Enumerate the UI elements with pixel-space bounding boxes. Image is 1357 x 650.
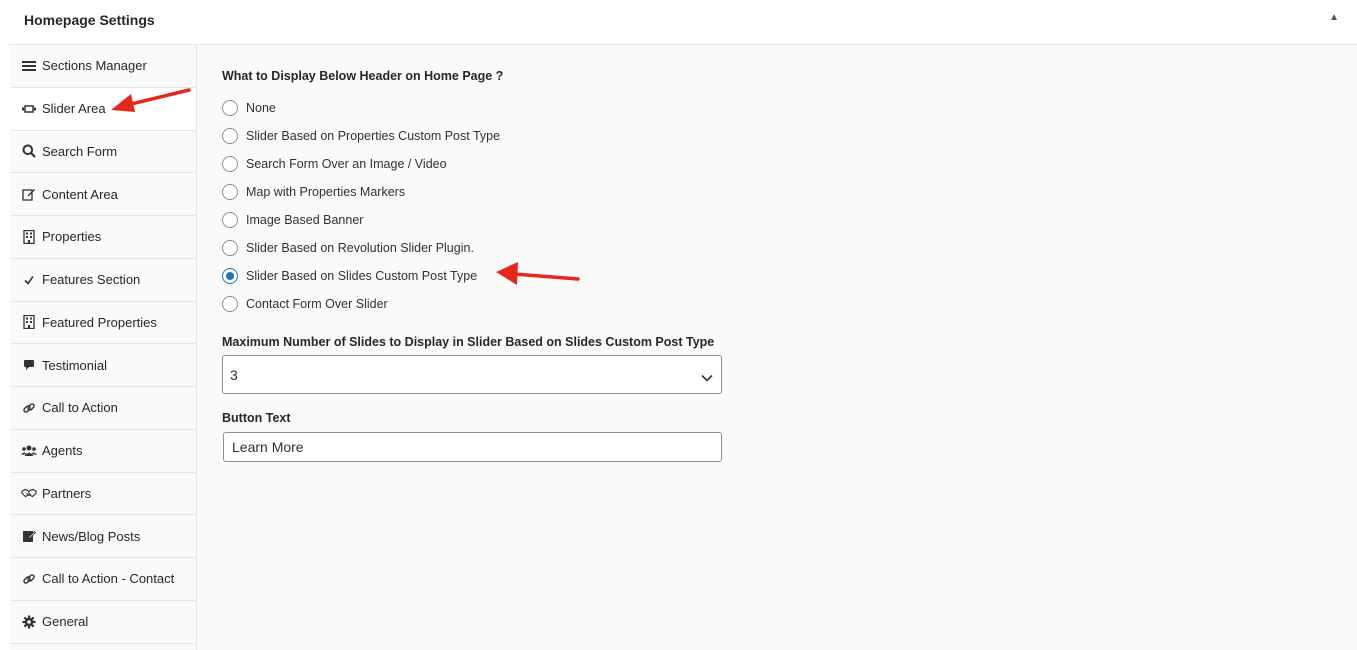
sidebar-item-label: Sections Manager [42,58,147,74]
radio-button-selected[interactable] [222,268,238,284]
chevron-down-icon [701,369,713,385]
sidebar-item-news-blog-posts[interactable]: News/Blog Posts [10,515,196,558]
sidebar-item-label: Properties [42,229,102,245]
handshake-icon [21,485,37,501]
radio-option-none[interactable]: None [222,94,500,122]
sidebar-item-label: Call to Action - Contact [42,571,175,587]
sidebar-item-label: Featured Properties [42,314,157,330]
edit-icon [21,186,37,202]
sidebar-item-label: General [42,614,89,630]
radio-option-slides-slider[interactable]: Slider Based on Slides Custom Post Type [222,262,500,290]
sidebar-item-label: Testimonial [42,357,108,373]
sidebar-item-label: Call to Action [42,400,118,416]
radio-option-properties-slider[interactable]: Slider Based on Properties Custom Post T… [222,122,500,150]
slider-icon [21,101,37,117]
sidebar-item-features-section[interactable]: Features Section [10,259,196,302]
radio-button[interactable] [222,296,238,312]
sidebar-item-testimonial[interactable]: Testimonial [10,344,196,387]
display-options-radio-group: None Slider Based on Properties Custom P… [222,94,500,318]
sidebar-item-general[interactable]: General [10,601,196,644]
radio-option-label: None [246,101,276,115]
check-icon [21,272,37,288]
building-icon [21,314,37,330]
radio-button[interactable] [222,156,238,172]
radio-option-contact-form[interactable]: Contact Form Over Slider [222,290,500,318]
settings-content: What to Display Below Header on Home Pag… [197,45,1357,650]
users-icon [21,443,37,459]
link-icon [21,571,37,587]
sidebar-item-label: Partners [42,485,92,501]
radio-option-label: Slider Based on Slides Custom Post Type [246,269,478,283]
max-slides-value: 3 [230,366,238,383]
radio-option-label: Slider Based on Properties Custom Post T… [246,129,501,143]
button-text-input[interactable] [223,432,722,462]
radio-button[interactable] [222,240,238,256]
panel-header: Homepage Settings ▲ [8,0,1357,45]
radio-option-revolution-slider[interactable]: Slider Based on Revolution Slider Plugin… [222,234,500,262]
sidebar-item-featured-properties[interactable]: Featured Properties [10,302,196,345]
comment-icon [21,357,37,373]
radio-option-search-form[interactable]: Search Form Over an Image / Video [222,150,500,178]
radio-option-label: Slider Based on Revolution Slider Plugin… [246,241,474,255]
sidebar-item-label: Agents [42,443,83,459]
button-text-label: Button Text [222,411,291,425]
sidebar-item-slider-area[interactable]: Slider Area [10,87,196,131]
gear-icon [21,614,37,630]
sidebar-item-label: Features Section [42,272,141,288]
radio-option-label: Contact Form Over Slider [246,297,388,311]
search-icon [21,143,37,159]
pencil-square-icon [21,528,37,544]
sidebar-item-agents[interactable]: Agents [10,430,196,473]
radio-option-label: Image Based Banner [246,213,364,227]
sidebar-item-sections-manager[interactable]: Sections Manager [10,45,196,88]
radio-button[interactable] [222,100,238,116]
sidebar-item-label: Slider Area [42,101,106,117]
sidebar-item-call-to-action[interactable]: Call to Action [10,387,196,430]
radio-option-image-banner[interactable]: Image Based Banner [222,206,500,234]
sidebar-item-content-area[interactable]: Content Area [10,173,196,216]
sidebar-item-label: Content Area [42,186,118,202]
radio-option-map[interactable]: Map with Properties Markers [222,178,500,206]
sidebar-item-label: News/Blog Posts [42,528,141,544]
menu-icon [21,58,37,74]
sidebar-item-search-form[interactable]: Search Form [10,131,196,174]
link-icon [21,400,37,416]
display-below-header-label: What to Display Below Header on Home Pag… [222,69,504,83]
max-slides-label: Maximum Number of Slides to Display in S… [222,335,715,349]
max-slides-select[interactable]: 3 [222,355,722,394]
building-icon [21,229,37,245]
sidebar-item-label: Search Form [42,143,118,159]
radio-option-label: Map with Properties Markers [246,185,406,199]
radio-option-label: Search Form Over an Image / Video [246,157,447,171]
radio-button[interactable] [222,212,238,228]
collapse-icon[interactable]: ▲ [1329,12,1339,23]
radio-button[interactable] [222,128,238,144]
radio-button[interactable] [222,184,238,200]
settings-sidebar: Sections Manager Slider Area Search Form… [10,45,197,650]
sidebar-item-partners[interactable]: Partners [10,473,196,516]
panel-title: Homepage Settings [24,12,155,28]
sidebar-item-properties[interactable]: Properties [10,216,196,259]
sidebar-item-call-to-action-contact[interactable]: Call to Action - Contact [10,558,196,601]
